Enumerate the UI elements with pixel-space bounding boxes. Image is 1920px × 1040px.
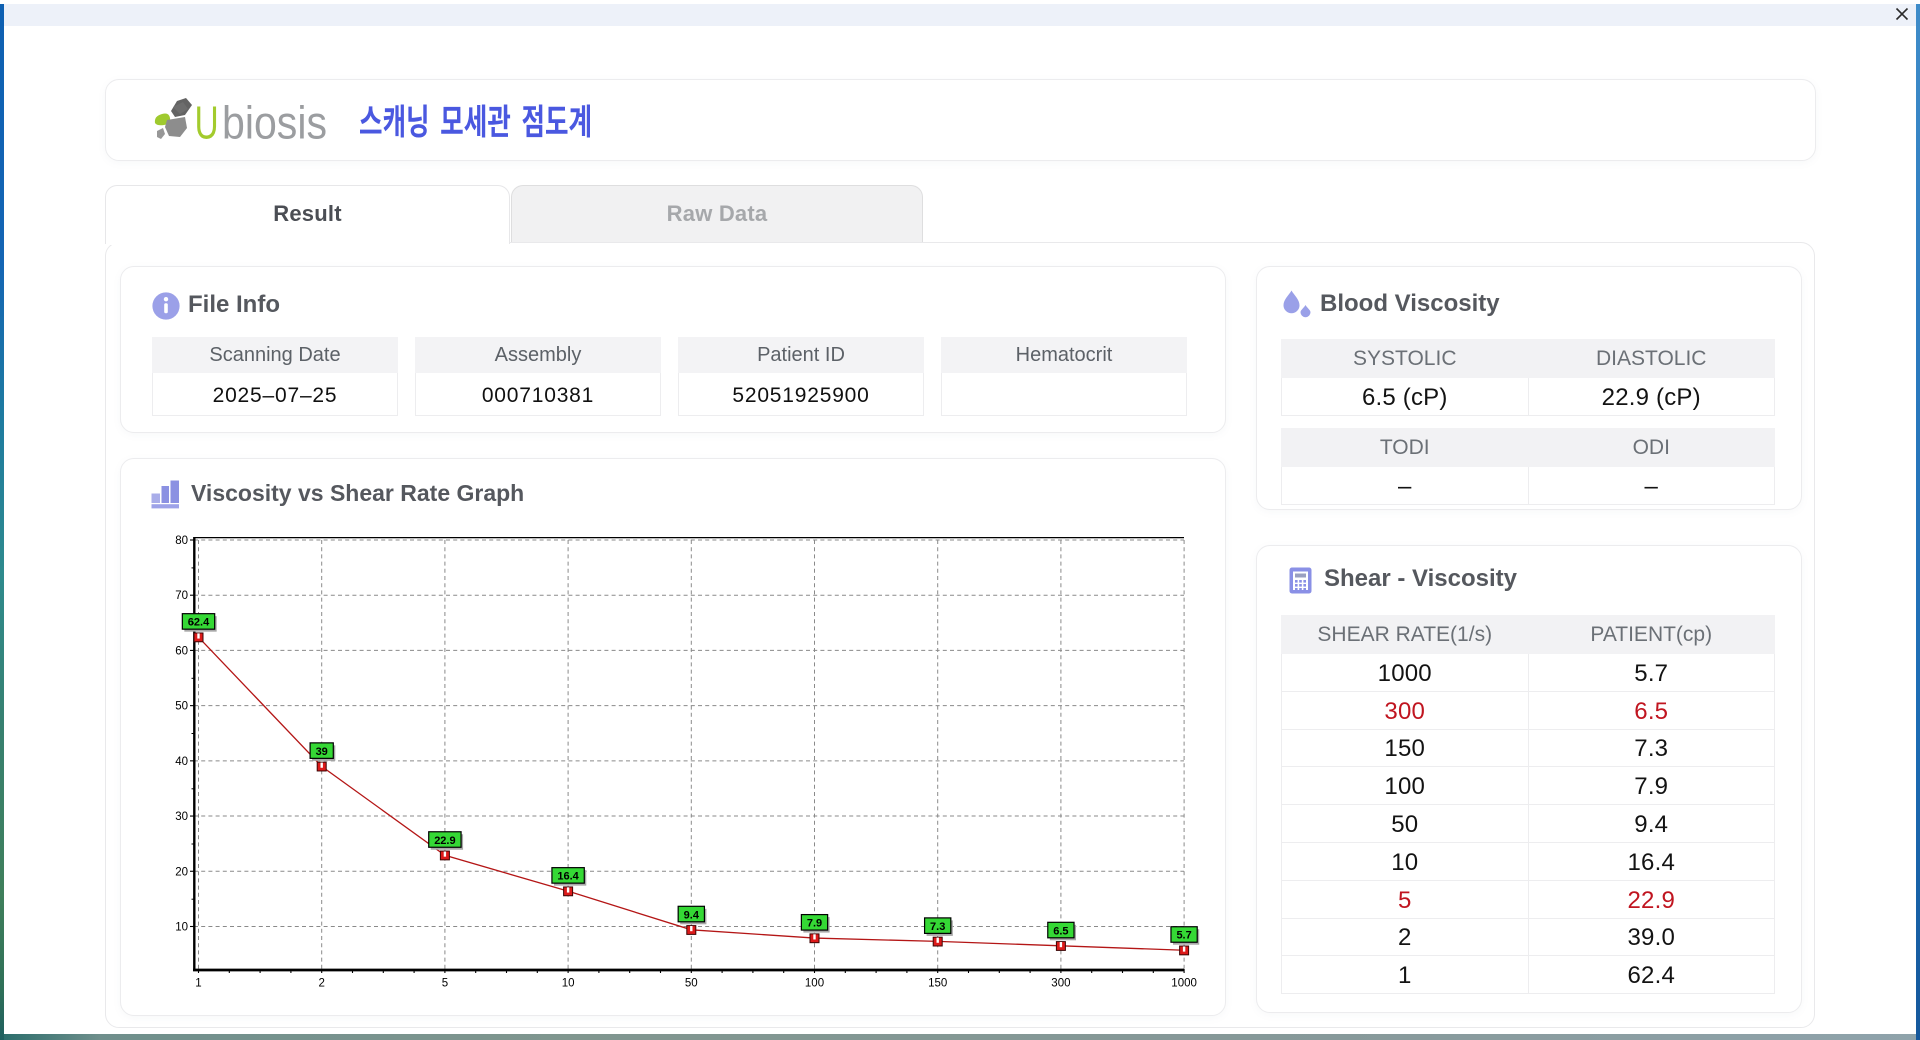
svg-text:5: 5	[442, 978, 448, 990]
svg-text:39: 39	[316, 746, 328, 758]
svg-text:1000: 1000	[1171, 978, 1197, 990]
svg-text:62.4: 62.4	[188, 617, 210, 629]
svg-text:50: 50	[685, 978, 698, 990]
svg-text:70: 70	[175, 590, 188, 602]
svg-text:6.5: 6.5	[1053, 925, 1068, 937]
svg-text:80: 80	[175, 535, 188, 547]
svg-text:40: 40	[175, 756, 188, 768]
svg-text:7.9: 7.9	[807, 918, 822, 930]
svg-text:2: 2	[318, 978, 324, 990]
svg-text:100: 100	[805, 978, 824, 990]
svg-text:1: 1	[195, 978, 201, 990]
svg-text:22.9: 22.9	[434, 835, 455, 847]
svg-text:20: 20	[175, 866, 188, 878]
svg-text:300: 300	[1051, 978, 1070, 990]
svg-text:16.4: 16.4	[557, 871, 579, 883]
svg-text:50: 50	[175, 701, 188, 713]
svg-text:30: 30	[175, 811, 188, 823]
svg-text:60: 60	[175, 645, 188, 657]
svg-text:9.4: 9.4	[684, 909, 700, 921]
svg-text:5.7: 5.7	[1176, 930, 1191, 942]
svg-text:150: 150	[928, 978, 947, 990]
svg-text:10: 10	[175, 921, 188, 933]
svg-text:10: 10	[562, 978, 575, 990]
svg-text:7.3: 7.3	[930, 921, 945, 933]
